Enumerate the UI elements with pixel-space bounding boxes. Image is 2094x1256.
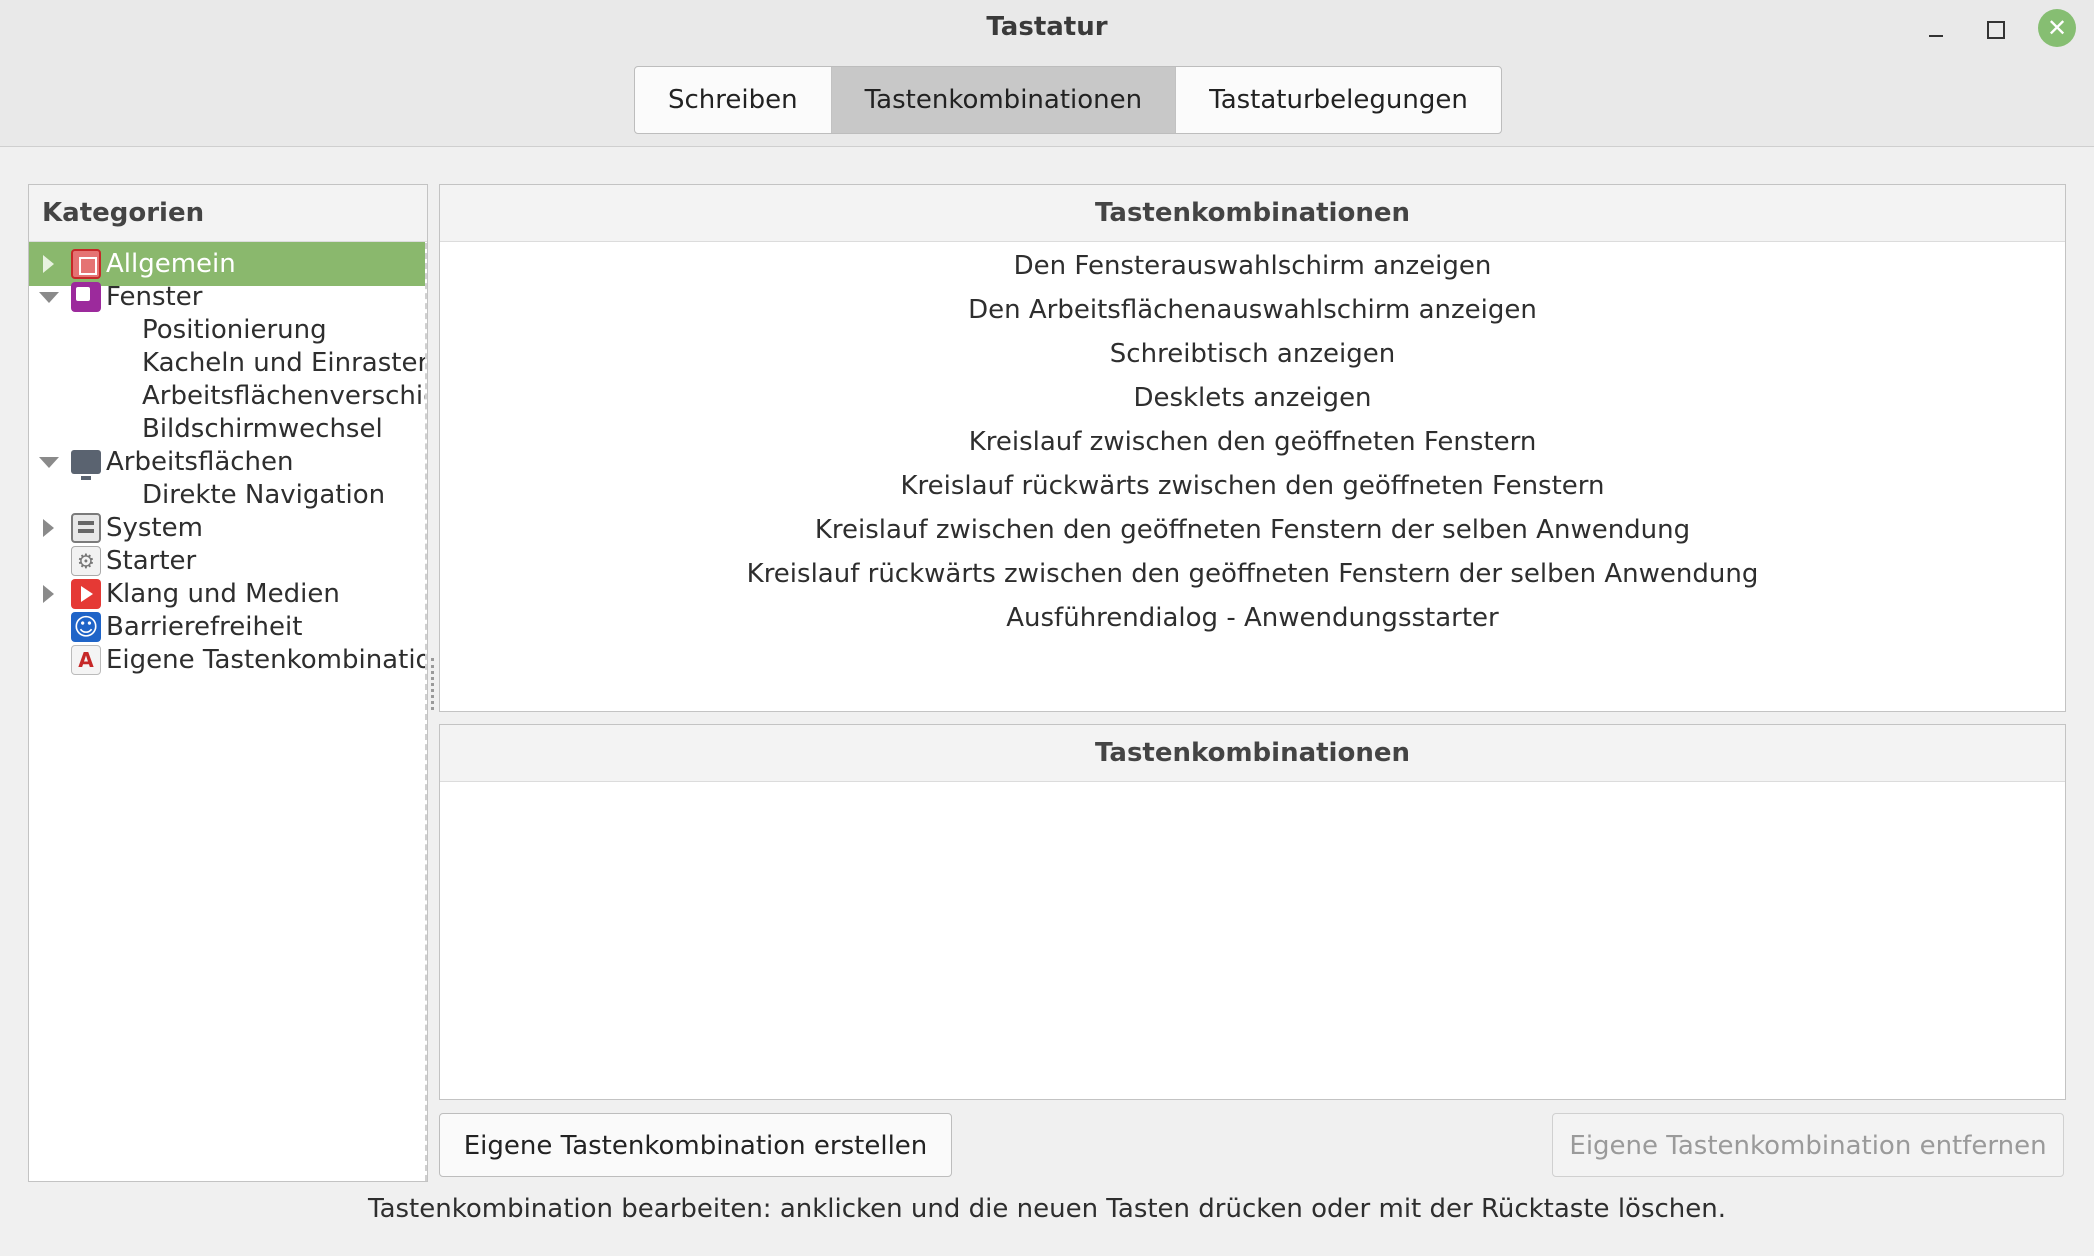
- shortcuts-column-header[interactable]: Tastenkombinationen: [440, 185, 2065, 242]
- tab-bar: Schreiben Tastenkombinationen Tastaturbe…: [634, 66, 1502, 134]
- bindings-list: Tastenkombinationen: [439, 724, 2066, 1100]
- close-button[interactable]: ✕: [2038, 9, 2076, 47]
- pane-resize-handle[interactable]: [431, 658, 438, 710]
- shortcut-item[interactable]: Ausführendialog - Anwendungsstarter: [440, 596, 2065, 640]
- bindings-column-header[interactable]: Tastenkombinationen: [440, 725, 2065, 782]
- shortcut-item[interactable]: Kreislauf rückwärts zwischen den geöffne…: [440, 552, 2065, 596]
- remove-custom-shortcut-button[interactable]: Eigene Tastenkombination entfernen: [1552, 1113, 2064, 1177]
- shortcut-item[interactable]: Kreislauf zwischen den geöffneten Fenste…: [440, 420, 2065, 464]
- maximize-button[interactable]: [1980, 14, 2012, 46]
- shortcut-item[interactable]: Den Fensterauswahlschirm anzeigen: [440, 244, 2065, 288]
- add-custom-shortcut-button[interactable]: Eigene Tastenkombination erstellen: [439, 1113, 952, 1177]
- close-icon: ✕: [2046, 14, 2068, 42]
- shortcuts-list: Tastenkombinationen Den Fensterauswahlsc…: [439, 184, 2066, 712]
- minimize-icon: [1929, 35, 1943, 37]
- expand-arrow-icon[interactable]: [43, 255, 54, 273]
- expand-arrow-icon[interactable]: [43, 519, 54, 537]
- categories-panel: Kategorien Allgemein Fenster Positionier…: [28, 184, 428, 1182]
- window-title: Tastatur: [986, 12, 1108, 42]
- shortcut-item[interactable]: Kreislauf rückwärts zwischen den geöffne…: [440, 464, 2065, 508]
- shortcut-item[interactable]: Desklets anzeigen: [440, 376, 2065, 420]
- collapse-arrow-icon[interactable]: [39, 292, 59, 303]
- collapse-arrow-icon[interactable]: [39, 457, 59, 468]
- tab-tastenkombinationen[interactable]: Tastenkombinationen: [831, 67, 1177, 133]
- expand-arrow-icon[interactable]: [43, 585, 54, 603]
- categories-header[interactable]: Kategorien: [29, 185, 427, 242]
- status-hint: Tastenkombination bearbeiten: anklicken …: [367, 1194, 1727, 1224]
- minimize-button[interactable]: [1920, 14, 1952, 46]
- category-eigene-tastenkombination[interactable]: A Eigene Tastenkombination: [29, 638, 425, 682]
- column-divider: [425, 243, 427, 1181]
- category-label: Eigene Tastenkombination: [106, 645, 425, 675]
- tab-tastaturbelegungen[interactable]: Tastaturbelegungen: [1176, 67, 1501, 133]
- shortcut-item[interactable]: Kreislauf zwischen den geöffneten Fenste…: [440, 508, 2065, 552]
- custom-shortcut-icon: A: [71, 645, 101, 675]
- workspace-icon: [71, 450, 101, 480]
- maximize-icon: [1987, 21, 2005, 39]
- shortcut-item[interactable]: Schreibtisch anzeigen: [440, 332, 2065, 376]
- tab-schreiben[interactable]: Schreiben: [635, 67, 832, 133]
- shortcut-item[interactable]: Den Arbeitsflächenauswahlschirm anzeigen: [440, 288, 2065, 332]
